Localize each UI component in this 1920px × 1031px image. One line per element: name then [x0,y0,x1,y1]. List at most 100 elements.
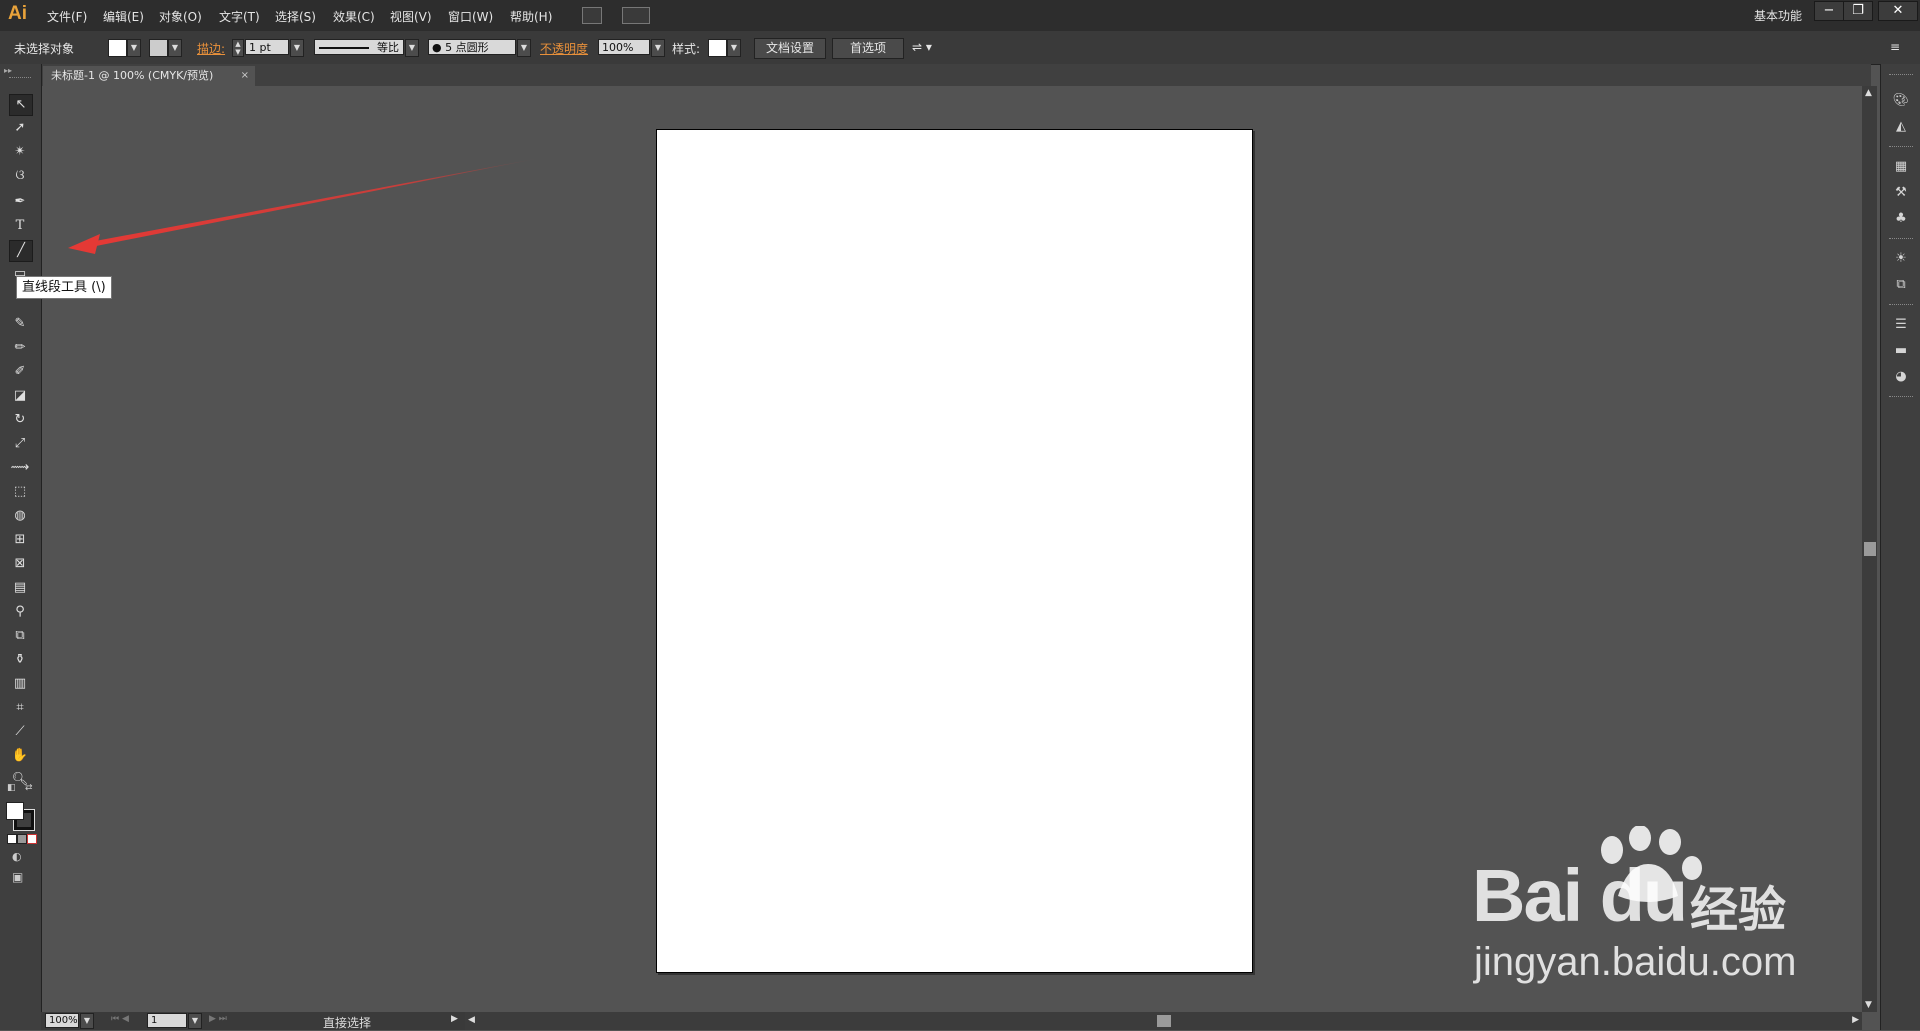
gradient-tool-icon[interactable]: ▤ [9,578,31,598]
gradient-mode-icon[interactable] [17,834,27,844]
lasso-tool-icon[interactable]: ଓ [9,166,31,186]
symbols-panel-icon[interactable]: ♣ [1892,210,1910,228]
magic-wand-tool-icon[interactable]: ✴ [9,142,31,162]
document-tab[interactable]: 未标题-1 @ 100% (CMYK/预览) × [43,66,255,86]
fill-dropdown[interactable]: ▼ [127,39,141,57]
screen-mode-icon[interactable]: ▣ [12,870,23,884]
zoom-dropdown[interactable]: ▼ [80,1013,94,1029]
vertical-scroll-thumb[interactable] [1864,542,1876,556]
stroke-swatch-dropdown[interactable]: ▼ [168,39,182,57]
align-options-icon[interactable]: ⇌ ▾ [912,40,932,54]
draw-mode-icon[interactable]: ◐ [12,850,22,863]
menu-file[interactable]: 文件(F) [47,8,87,25]
menu-object[interactable]: 对象(O) [159,8,202,25]
toolbar-grip [9,77,31,79]
appearance-panel-icon[interactable]: ☀ [1892,250,1910,268]
bridge-button[interactable] [582,7,602,24]
swap-colors-icon[interactable]: ⇄ [25,783,33,793]
slice-tool-icon[interactable]: ⟋ [9,722,31,742]
menu-type[interactable]: 文字(T) [219,8,260,25]
eyedropper-tool-icon[interactable]: ⚲ [9,602,31,622]
color-mode-icon[interactable] [7,834,17,844]
width-tool-icon[interactable]: ⟿ [9,458,31,478]
status-bar: 100% ▼ ⏮ ◀ 1 ▼ ▶ ⏭ 直接选择 ▶ [41,1012,465,1030]
menu-effect[interactable]: 效果(C) [333,8,375,25]
variable-width-profile[interactable]: 等比 [314,39,404,55]
fill-swatch[interactable] [108,39,127,57]
document-tab-strip [41,64,1871,86]
preferences-button[interactable]: 首选项 [832,38,904,59]
artboard-tool-icon[interactable]: ⌗ [9,698,31,718]
artboard-number-field[interactable]: 1 [147,1013,187,1028]
zoom-field[interactable]: 100% [45,1013,79,1028]
menu-view[interactable]: 视图(V) [390,8,432,25]
scroll-down-icon[interactable]: ▼ [1865,1000,1872,1010]
pen-tool-icon[interactable]: ✒ [9,192,31,212]
transparency-panel-icon[interactable]: ◕ [1892,368,1910,386]
minimize-button[interactable]: − [1814,1,1844,21]
tab-close-icon[interactable]: × [241,66,249,86]
artboard-dropdown[interactable]: ▼ [188,1013,202,1029]
gradient-panel-icon[interactable]: ▬ [1892,342,1910,360]
graphic-style-swatch[interactable] [708,39,727,57]
column-graph-tool-icon[interactable]: ▥ [9,674,31,694]
stroke-label[interactable]: 描边: [197,40,225,57]
graphic-style-dropdown[interactable]: ▼ [727,39,741,57]
menu-select[interactable]: 选择(S) [275,8,316,25]
swatches-panel-icon[interactable]: ▦ [1892,158,1910,176]
horizontal-scroll-thumb[interactable] [1157,1015,1171,1027]
document-setup-button[interactable]: 文档设置 [754,38,826,59]
scroll-left-icon[interactable]: ◀ [468,1015,475,1025]
opacity-label[interactable]: 不透明度 [540,40,588,57]
rotate-tool-icon[interactable]: ↻ [9,410,31,430]
paintbrush-tool-icon[interactable]: ✎ [9,314,31,334]
color-panel-icon[interactable]: 🎨︎ [1892,92,1910,110]
type-tool-icon[interactable]: T [9,216,31,236]
none-mode-icon[interactable] [27,834,37,844]
artboard[interactable] [656,129,1253,973]
blob-brush-tool-icon[interactable]: ✐ [9,362,31,382]
status-menu-icon[interactable]: ▶ [451,1014,458,1024]
direct-selection-tool-icon[interactable]: ➚ [9,118,31,138]
stroke-panel-icon[interactable]: ☰ [1892,316,1910,334]
restore-button[interactable]: ❐ [1843,1,1873,21]
brush-definition[interactable]: ● 5 点圆形 [428,39,516,55]
first-artboard-icon[interactable]: ⏮ ◀ [111,1014,129,1024]
stroke-spinner[interactable]: ▲ ▼ [232,39,244,57]
free-transform-tool-icon[interactable]: ⬚ [9,482,31,502]
menu-help[interactable]: 帮助(H) [510,8,552,25]
scroll-right-icon[interactable]: ▶ [1852,1015,1859,1025]
opacity-dropdown[interactable]: ▼ [651,39,665,57]
arrange-documents-button[interactable] [622,7,650,24]
profile-dropdown[interactable]: ▼ [405,39,419,57]
pencil-tool-icon[interactable]: ✏ [9,338,31,358]
menu-window[interactable]: 窗口(W) [448,8,493,25]
line-segment-tool-icon[interactable]: ╱ [9,240,33,262]
blend-tool-icon[interactable]: ⧉ [9,626,31,646]
close-window-button[interactable]: ✕ [1878,1,1918,21]
symbol-sprayer-tool-icon[interactable]: ⚱ [9,650,31,670]
mesh-tool-icon[interactable]: ⊠ [9,554,31,574]
panel-menu-icon[interactable]: ≡ [1890,40,1900,54]
stroke-swatch[interactable] [149,39,168,57]
shape-builder-tool-icon[interactable]: ◍ [9,506,31,526]
stroke-weight-dropdown[interactable]: ▼ [290,39,304,57]
collapse-panel-icon[interactable]: ▸▸ [4,66,12,75]
hand-tool-icon[interactable]: ✋ [9,746,31,766]
next-artboard-icon[interactable]: ▶ ⏭ [209,1014,227,1024]
brush-dropdown[interactable]: ▼ [517,39,531,57]
default-colors-icon[interactable]: ◧ [7,783,16,793]
scale-tool-icon[interactable]: ⤢ [9,434,31,454]
color-guide-icon[interactable]: ◭ [1892,118,1910,136]
fill-color-box[interactable] [6,802,24,820]
selection-tool-icon[interactable]: ↖ [9,94,33,116]
scroll-up-icon[interactable]: ▲ [1865,88,1872,98]
eraser-tool-icon[interactable]: ◪ [9,386,31,406]
graphic-styles-icon[interactable]: ⧉ [1892,276,1910,294]
workspace-switcher[interactable]: 基本功能 [1754,7,1802,24]
opacity-field[interactable]: 100% [598,39,650,55]
menu-edit[interactable]: 编辑(E) [103,8,144,25]
stroke-weight-field[interactable]: 1 pt [245,39,289,55]
brushes-panel-icon[interactable]: ⚒ [1892,184,1910,202]
perspective-grid-tool-icon[interactable]: ⊞ [9,530,31,550]
